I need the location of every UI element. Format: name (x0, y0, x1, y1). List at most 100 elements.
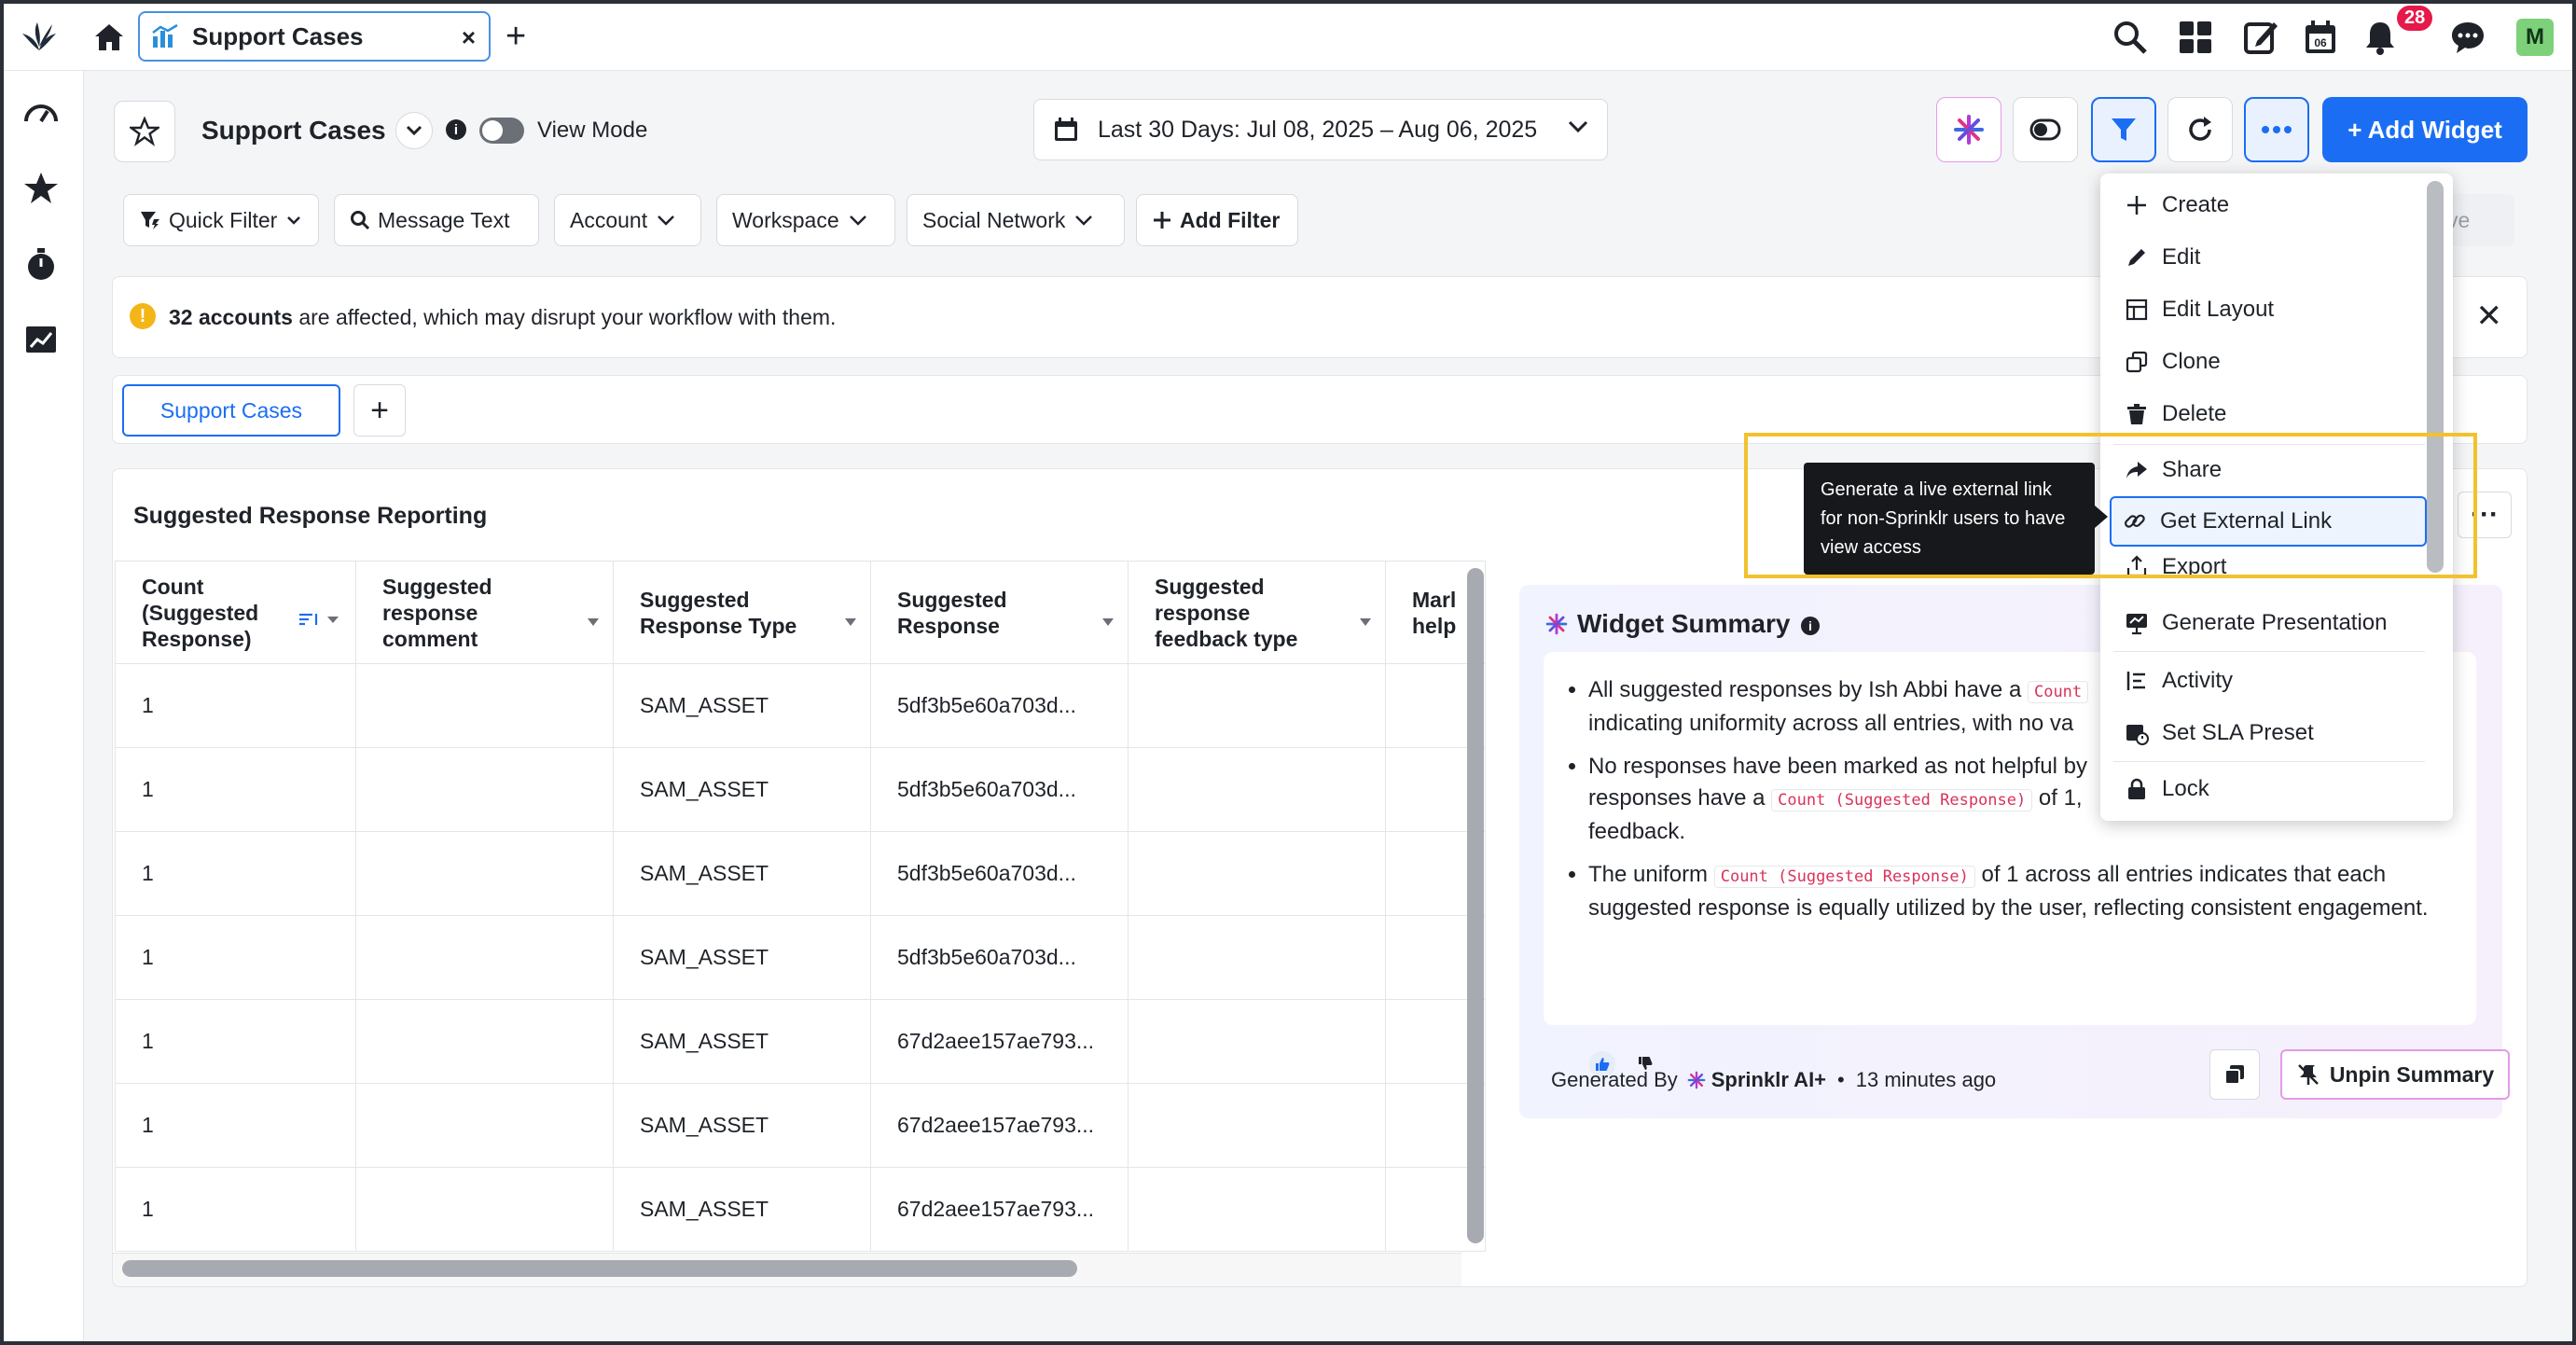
search-icon[interactable] (2112, 19, 2149, 56)
column-menu-icon[interactable] (587, 606, 600, 632)
view-mode-toggle[interactable] (479, 118, 524, 144)
star-icon[interactable] (22, 170, 60, 207)
unpin-icon (2297, 1064, 2319, 1085)
unpin-summary-label: Unpin Summary (2329, 1061, 2495, 1087)
menu-item-clone[interactable]: Clone (2113, 338, 2425, 386)
close-tab-icon[interactable]: × (462, 23, 476, 52)
notification-bell-icon[interactable] (2361, 19, 2399, 56)
workspace-filter[interactable]: Workspace (716, 194, 895, 246)
summary-text: responses have a (1588, 785, 1772, 811)
menu-item-get-external-link[interactable]: Get External Link (2110, 496, 2427, 547)
calendar-icon[interactable]: 06 (2302, 19, 2339, 56)
column-menu-icon[interactable] (844, 606, 857, 632)
menu-item-activity[interactable]: Activity (2113, 657, 2425, 705)
theme-toggle-button[interactable] (2013, 97, 2078, 162)
metric-code: Count (Suggested Response) (1771, 789, 2033, 811)
column-header-response[interactable]: Suggested Response (870, 561, 1129, 664)
copy-summary-button[interactable] (2209, 1049, 2260, 1100)
compose-icon[interactable] (2242, 19, 2279, 56)
chevron-down-icon (287, 216, 301, 225)
top-bar: Support Cases × + 06 28 M (4, 4, 2572, 71)
table-cell: 1 (115, 999, 356, 1084)
menu-scrollbar[interactable] (2427, 181, 2444, 573)
date-range-picker[interactable]: Last 30 Days: Jul 08, 2025 – Aug 06, 202… (1033, 99, 1608, 160)
filter-button[interactable] (2091, 97, 2156, 162)
user-avatar[interactable]: M (2516, 19, 2554, 56)
refresh-button[interactable] (2167, 97, 2233, 162)
column-menu-icon[interactable] (1101, 606, 1115, 632)
table-cell (1128, 1167, 1386, 1252)
clone-icon (2126, 351, 2148, 373)
column-header-label: Suggested response comment (382, 574, 492, 651)
sort-icon[interactable] (298, 606, 342, 632)
menu-item-delete[interactable]: Delete (2113, 390, 2425, 438)
add-tab-button[interactable]: + (506, 19, 526, 54)
favorite-button[interactable] (114, 101, 175, 162)
table-row[interactable]: 1 SAM_ASSET 67d2aee157ae793... (115, 999, 1486, 1084)
warning-bold-text: 32 accounts (169, 305, 293, 329)
menu-item-share[interactable]: Share (2113, 446, 2425, 494)
notification-count-badge: 28 (2397, 6, 2433, 31)
view-mode-label: View Mode (537, 118, 648, 143)
column-header-label: Marl help (1412, 587, 1457, 638)
page-title: Support Cases (201, 116, 386, 145)
column-header-feedback-type[interactable]: Suggested response feedback type (1128, 561, 1386, 664)
menu-item-label: Lock (2162, 776, 2209, 801)
close-icon[interactable]: ✕ (2476, 298, 2503, 335)
table-cell: SAM_ASSET (613, 831, 871, 916)
analytics-report-icon[interactable] (22, 321, 60, 358)
menu-item-edit[interactable]: Edit (2113, 233, 2425, 282)
home-icon[interactable] (93, 22, 125, 52)
summary-text: All suggested responses by Ish Abbi have… (1588, 677, 2028, 702)
info-icon[interactable]: i (1801, 617, 1820, 635)
column-menu-icon[interactable] (1359, 606, 1372, 632)
table-row[interactable]: 1 SAM_ASSET 5df3b5e60a703d... (115, 663, 1486, 748)
vertical-scrollbar[interactable] (1467, 568, 1484, 1243)
dashboard-switch-button[interactable] (395, 112, 433, 149)
horizontal-scrollbar[interactable] (122, 1260, 1077, 1277)
timer-icon[interactable] (22, 246, 60, 284)
menu-item-set-sla-preset[interactable]: Set SLA Preset (2113, 709, 2425, 757)
table-cell: 5df3b5e60a703d... (870, 915, 1129, 1000)
chat-icon[interactable] (2449, 19, 2486, 56)
speedometer-icon[interactable] (22, 95, 60, 132)
add-filter-button[interactable]: Add Filter (1136, 194, 1298, 246)
social-network-filter[interactable]: Social Network (907, 194, 1125, 246)
menu-item-generate-presentation[interactable]: Generate Presentation (2113, 599, 2425, 647)
add-widget-button[interactable]: + Add Widget (2322, 97, 2528, 162)
dashboard-chart-icon (152, 23, 178, 48)
activity-list-icon (2126, 672, 2145, 690)
table-row[interactable]: 1 SAM_ASSET 67d2aee157ae793... (115, 1167, 1486, 1252)
table-row[interactable]: 1 SAM_ASSET 5df3b5e60a703d... (115, 915, 1486, 1000)
tab-support-cases-page[interactable]: Support Cases (122, 384, 340, 437)
menu-divider (2113, 761, 2425, 762)
unpin-summary-button[interactable]: Unpin Summary (2280, 1049, 2510, 1100)
menu-item-lock[interactable]: Lock (2113, 765, 2425, 813)
menu-item-edit-layout[interactable]: Edit Layout (2113, 285, 2425, 334)
table-cell: 1 (115, 831, 356, 916)
sprinklr-logo-icon[interactable] (21, 19, 58, 56)
message-text-filter[interactable]: Message Text (334, 194, 539, 246)
ai-assistant-button[interactable] (1936, 97, 2001, 162)
table-row[interactable]: 1 SAM_ASSET 5df3b5e60a703d... (115, 831, 1486, 916)
quick-filter-dropdown[interactable]: Quick Filter (123, 194, 319, 246)
column-header-type[interactable]: Suggested Response Type (613, 561, 871, 664)
apps-grid-icon[interactable] (2177, 19, 2214, 56)
add-filter-label: Add Filter (1180, 207, 1281, 232)
column-header-comment[interactable]: Suggested response comment (355, 561, 614, 664)
table-cell (355, 915, 614, 1000)
table-cell: SAM_ASSET (613, 663, 871, 748)
external-link-tooltip: Generate a live external link for non-Sp… (1804, 463, 2108, 575)
info-icon[interactable]: i (446, 119, 466, 140)
menu-item-export[interactable]: Export (2113, 548, 2425, 582)
account-filter[interactable]: Account (554, 194, 701, 246)
menu-item-create[interactable]: Create (2113, 181, 2425, 229)
table-row[interactable]: 1 SAM_ASSET 67d2aee157ae793... (115, 1083, 1486, 1168)
more-options-button[interactable] (2244, 97, 2309, 162)
column-header-count[interactable]: Count (Suggested Response) (115, 561, 356, 664)
table-row[interactable]: 1 SAM_ASSET 5df3b5e60a703d... (115, 747, 1486, 832)
widget-more-button[interactable]: ··· (2458, 492, 2512, 538)
tab-support-cases[interactable]: Support Cases × (138, 11, 491, 62)
add-page-tab-button[interactable]: + (353, 384, 406, 437)
table-cell: 67d2aee157ae793... (870, 1167, 1129, 1252)
